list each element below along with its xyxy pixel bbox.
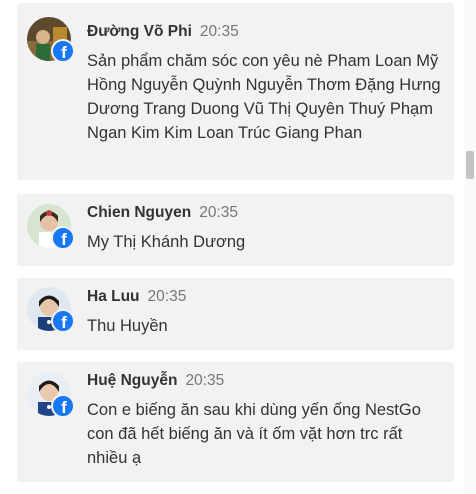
avatar[interactable]: f [27,204,75,250]
author-name[interactable]: Ha Luu [87,288,140,305]
avatar[interactable]: f [27,287,75,333]
comment-card: f Huệ Nguyễn 20:35 Con e biếng ăn sau khi… [17,362,454,482]
comment-author[interactable]: Huệ Nguyễn 20:35 [87,372,224,390]
comment-feed: f Đường Võ Phi 20:35 Sản phẩm chăm sóc co… [0,0,476,494]
comment-card: f Chien Nguyen 20:35 My Thị Khánh Dương [17,194,454,266]
scrollbar-thumb[interactable] [466,151,474,179]
comment-card: f Ha Luu 20:35 Thu Huyền [17,278,454,350]
comment-card: f Đường Võ Phi 20:35 Sản phẩm chăm sóc co… [17,3,454,180]
comment-time: 20:35 [147,288,187,305]
facebook-icon: f [51,394,75,418]
author-name[interactable]: Huệ Nguyễn [87,372,177,389]
comment-text: Thu Huyền [87,317,168,335]
comment-author[interactable]: Chien Nguyen 20:35 [87,204,238,222]
comment-text: My Thị Khánh Dương [87,233,246,251]
comment-author[interactable]: Ha Luu 20:35 [87,288,186,306]
avatar[interactable]: f [27,17,75,63]
comment-text: Con e biếng ăn sau khi dùng yến ống Nest… [87,401,421,467]
comment-text: Sản phẩm chăm sóc con yêu nè Pham Loan M… [87,52,441,142]
author-name[interactable]: Đường Võ Phi [87,23,192,40]
comment-time: 20:35 [199,204,238,221]
facebook-icon: f [51,39,75,63]
comment-time: 20:35 [185,372,225,389]
facebook-icon: f [51,226,75,250]
avatar[interactable]: f [27,372,75,418]
comment-author[interactable]: Đường Võ Phi 20:35 [87,23,239,41]
author-name[interactable]: Chien Nguyen [87,204,191,221]
comment-time: 20:35 [199,23,239,40]
facebook-icon: f [51,309,75,333]
scrollbar[interactable] [464,0,476,494]
